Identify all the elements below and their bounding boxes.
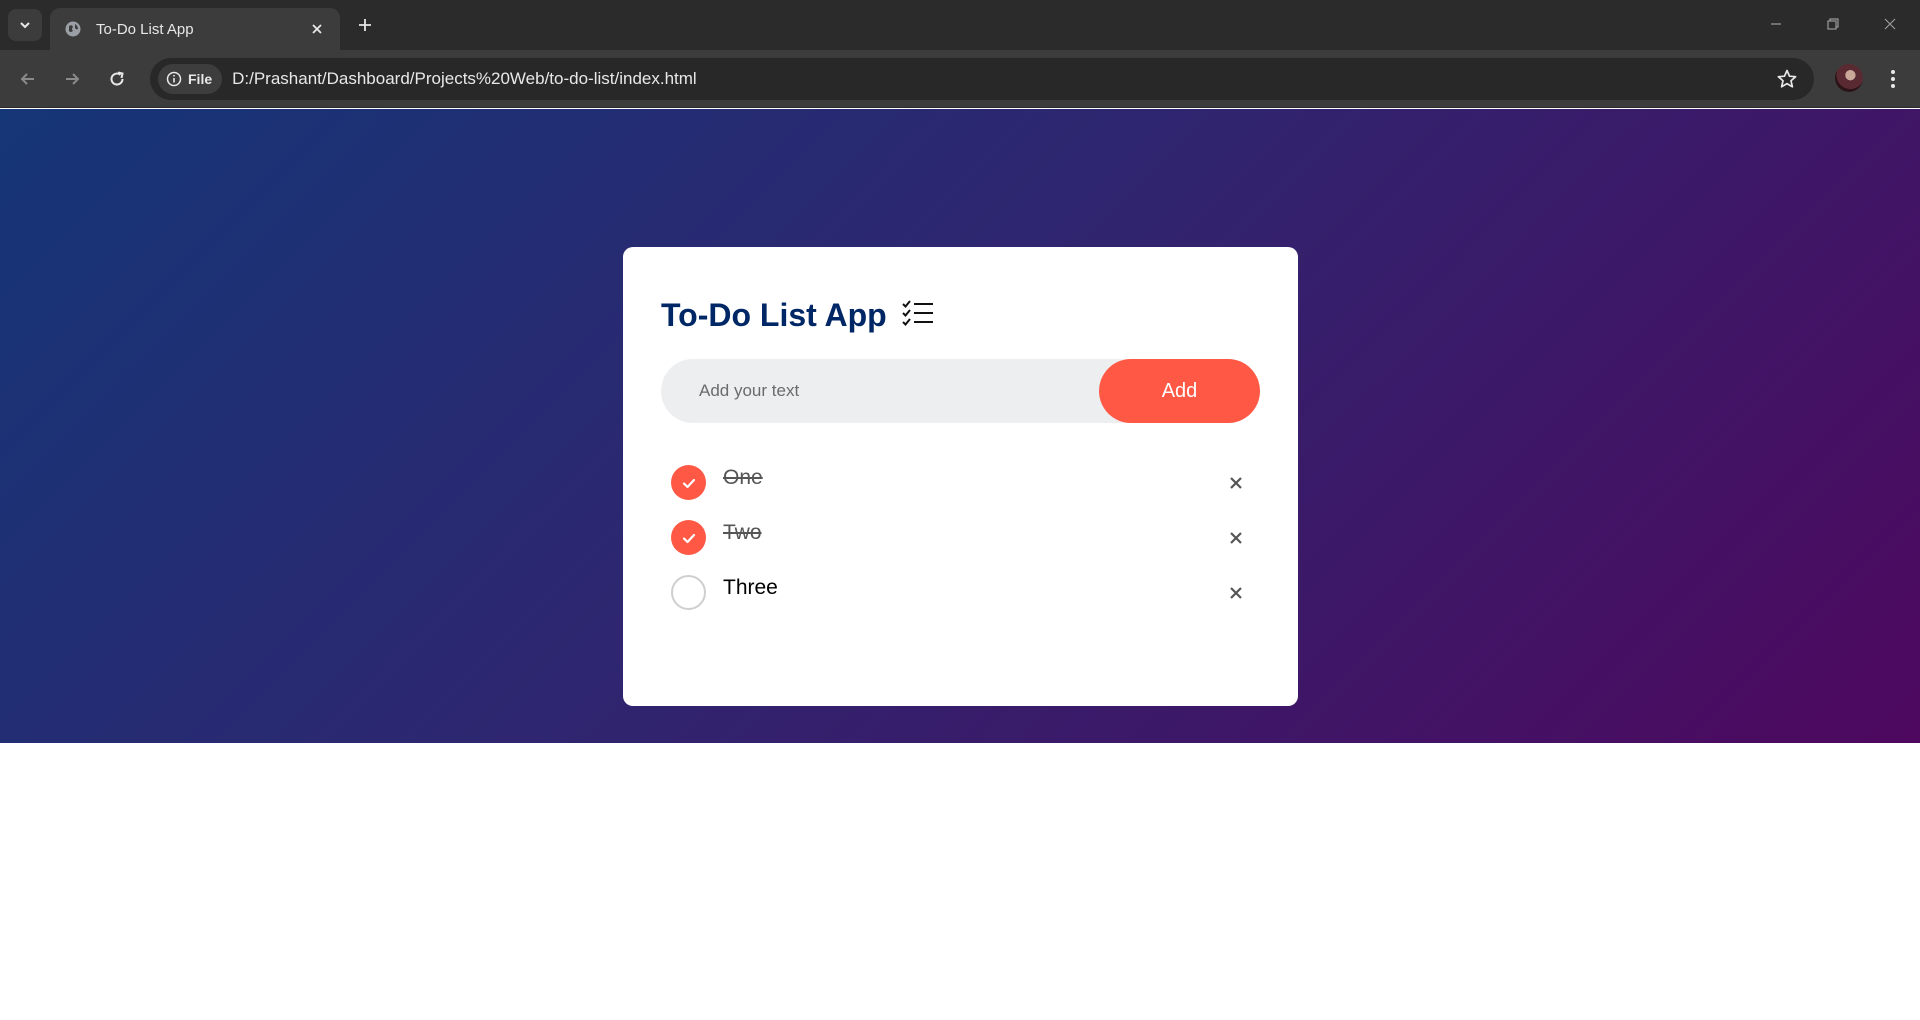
- browser-tab[interactable]: To-Do List App: [50, 8, 340, 50]
- task-label: Three: [723, 575, 778, 599]
- forward-button[interactable]: [58, 65, 86, 93]
- browser-toolbar: File D:/Prashant/Dashboard/Projects%20We…: [0, 50, 1920, 108]
- browser-menu-button[interactable]: [1880, 65, 1906, 93]
- unchecked-circle-icon[interactable]: [671, 575, 706, 610]
- arrow-left-icon: [20, 73, 34, 85]
- checklist-icon: [902, 300, 933, 326]
- reload-icon: [110, 71, 124, 86]
- task-list: One Two Three: [661, 455, 1260, 620]
- chevron-down-icon: [20, 22, 30, 29]
- arrow-right-icon: [66, 73, 80, 85]
- todo-card: To-Do List App Add One: [623, 247, 1298, 706]
- reload-button[interactable]: [103, 65, 131, 93]
- task-label: One: [723, 465, 763, 489]
- task-item[interactable]: One: [661, 455, 1260, 510]
- globe-icon: [64, 20, 82, 38]
- plus-icon: [359, 19, 371, 31]
- checkmark-icon[interactable]: [671, 465, 706, 500]
- minimize-window-button[interactable]: [1758, 10, 1794, 38]
- new-tab-button[interactable]: [352, 12, 378, 38]
- restore-window-button[interactable]: [1815, 10, 1851, 38]
- close-tab-icon[interactable]: [306, 18, 328, 40]
- add-button[interactable]: Add: [1099, 359, 1260, 423]
- delete-task-icon[interactable]: [1222, 524, 1250, 552]
- restore-icon: [1827, 18, 1839, 30]
- tab-title: To-Do List App: [96, 20, 194, 38]
- task-input[interactable]: [661, 359, 1099, 423]
- app-title: To-Do List App: [661, 295, 1260, 335]
- site-info-label: File: [188, 71, 213, 87]
- close-window-button[interactable]: [1872, 10, 1908, 38]
- add-task-row: Add: [661, 359, 1260, 423]
- checkmark-icon[interactable]: [671, 520, 706, 555]
- info-icon: [166, 71, 182, 87]
- browser-tab-strip: To-Do List App: [0, 0, 1920, 50]
- bookmark-star-icon[interactable]: [1776, 68, 1798, 90]
- url-text[interactable]: D:/Prashant/Dashboard/Projects%20Web/to-…: [232, 69, 697, 89]
- task-label: Two: [723, 520, 762, 544]
- task-item[interactable]: Three: [661, 565, 1260, 620]
- delete-task-icon[interactable]: [1222, 579, 1250, 607]
- address-bar[interactable]: File D:/Prashant/Dashboard/Projects%20We…: [150, 58, 1814, 100]
- app-title-text: To-Do List App: [661, 296, 887, 333]
- page-background: To-Do List App Add One: [0, 109, 1920, 743]
- task-item[interactable]: Two: [661, 510, 1260, 565]
- profile-avatar[interactable]: [1835, 64, 1863, 92]
- delete-task-icon[interactable]: [1222, 469, 1250, 497]
- back-button[interactable]: [14, 65, 42, 93]
- minimize-icon: [1771, 23, 1781, 25]
- site-info-chip[interactable]: File: [158, 64, 223, 94]
- close-icon: [1884, 18, 1896, 30]
- tab-search-button[interactable]: [8, 9, 42, 41]
